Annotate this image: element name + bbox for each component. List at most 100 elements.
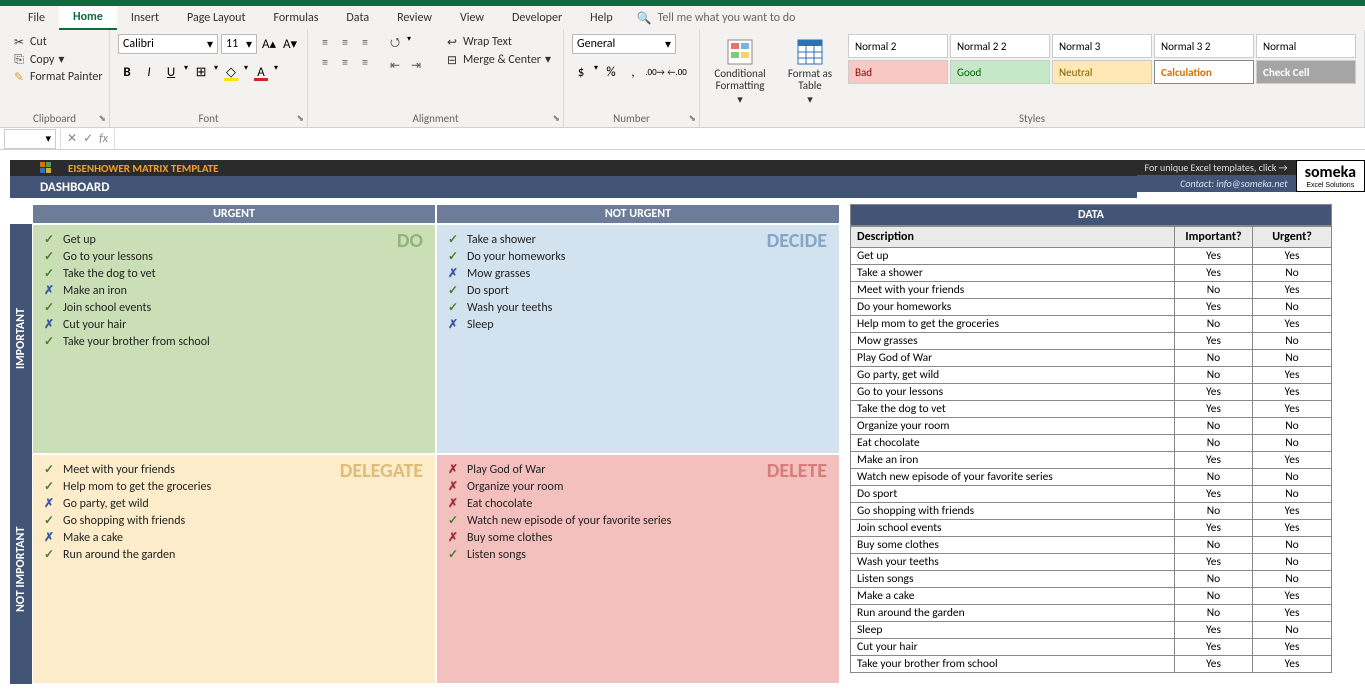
format-as-table-button[interactable]: Format as Table ▾	[778, 34, 842, 110]
task-item[interactable]: ✗Go party, get wild	[43, 495, 425, 512]
enter-formula-icon[interactable]: ✓	[83, 131, 93, 146]
table-row[interactable]: Mow grassesYesNo	[850, 333, 1332, 350]
tab-file[interactable]: File	[14, 7, 59, 29]
style-normal-2-2[interactable]: Normal 2 2	[950, 34, 1050, 58]
task-item[interactable]: ✗Buy some clothes	[447, 529, 829, 546]
table-row[interactable]: Go to your lessonsYesYes	[850, 384, 1332, 401]
style-neutral[interactable]: Neutral	[1052, 60, 1152, 84]
fx-icon[interactable]: fx	[99, 132, 108, 146]
style-normal-2[interactable]: Normal 2	[848, 34, 948, 58]
table-row[interactable]: Do your homeworksYesNo	[850, 299, 1332, 316]
table-row[interactable]: Play God of WarNoNo	[850, 350, 1332, 367]
task-item[interactable]: ✓Listen songs	[447, 546, 829, 563]
decrease-font-icon[interactable]: A▾	[281, 35, 299, 53]
format-painter-button[interactable]: ✎Format Painter	[8, 69, 107, 85]
table-row[interactable]: Listen songsNoNo	[850, 571, 1332, 588]
increase-font-icon[interactable]: A▴	[260, 35, 278, 53]
table-row[interactable]: SleepYesNo	[850, 622, 1332, 639]
task-item[interactable]: ✗Cut your hair	[43, 316, 425, 333]
table-row[interactable]: Make a cakeNoYes	[850, 588, 1332, 605]
tab-review[interactable]: Review	[383, 7, 446, 29]
cancel-formula-icon[interactable]: ✕	[67, 131, 77, 146]
orientation-icon[interactable]: ⭯	[386, 34, 404, 52]
align-right-icon[interactable]: ≡	[356, 54, 374, 72]
table-row[interactable]: Go shopping with friendsNoYes	[850, 503, 1332, 520]
underline-button[interactable]: U	[162, 63, 180, 81]
task-item[interactable]: ✗Make an iron	[43, 282, 425, 299]
style-good[interactable]: Good	[950, 60, 1050, 84]
table-row[interactable]: Run around the gardenNoYes	[850, 605, 1332, 622]
increase-decimal-icon[interactable]: .00→	[646, 63, 664, 81]
style-calculation[interactable]: Calculation	[1154, 60, 1254, 84]
bold-button[interactable]: B	[118, 63, 136, 81]
task-item[interactable]: ✓Take the dog to vet	[43, 265, 425, 282]
number-dialog-icon[interactable]: ⬊	[688, 113, 696, 124]
style-normal[interactable]: Normal	[1256, 34, 1356, 58]
merge-center-button[interactable]: ⊟Merge & Center ▾	[441, 51, 555, 68]
tab-insert[interactable]: Insert	[117, 7, 173, 29]
task-item[interactable]: ✗Sleep	[447, 316, 829, 333]
copy-button[interactable]: ⎘Copy ▾	[8, 51, 107, 68]
task-item[interactable]: ✓Go shopping with friends	[43, 512, 425, 529]
wrap-text-button[interactable]: ↩Wrap Text	[441, 34, 555, 50]
table-row[interactable]: Watch new episode of your favorite serie…	[850, 469, 1332, 486]
accounting-format-icon[interactable]: $	[572, 63, 590, 81]
tab-developer[interactable]: Developer	[498, 7, 576, 29]
number-format-dropdown[interactable]: General▾	[572, 34, 676, 54]
align-middle-icon[interactable]: ≡	[336, 34, 354, 52]
table-row[interactable]: Go party, get wildNoYes	[850, 367, 1332, 384]
task-item[interactable]: ✓Take your brother from school	[43, 333, 425, 350]
tab-page-layout[interactable]: Page Layout	[173, 7, 259, 29]
tab-data[interactable]: Data	[332, 7, 383, 29]
table-row[interactable]: Organize your roomNoNo	[850, 418, 1332, 435]
table-row[interactable]: Wash your teethsYesNo	[850, 554, 1332, 571]
alignment-dialog-icon[interactable]: ⬊	[552, 113, 560, 124]
task-item[interactable]: ✓Go to your lessons	[43, 248, 425, 265]
task-item[interactable]: ✓Get up	[43, 231, 425, 248]
decrease-decimal-icon[interactable]: ←.00	[668, 63, 686, 81]
table-row[interactable]: Meet with your friendsNoYes	[850, 282, 1332, 299]
align-top-icon[interactable]: ≡	[316, 34, 334, 52]
task-item[interactable]: ✗Make a cake	[43, 529, 425, 546]
task-item[interactable]: ✓Join school events	[43, 299, 425, 316]
borders-button[interactable]: ⊞	[192, 63, 210, 81]
align-left-icon[interactable]: ≡	[316, 54, 334, 72]
cut-button[interactable]: ✂Cut	[8, 34, 107, 50]
task-item[interactable]: ✓Do sport	[447, 282, 829, 299]
comma-format-icon[interactable]: ,	[624, 63, 642, 81]
conditional-formatting-button[interactable]: Conditional Formatting ▾	[708, 34, 772, 110]
font-color-button[interactable]: A	[252, 63, 270, 81]
table-row[interactable]: Cut your hairYesYes	[850, 639, 1332, 656]
promo-link[interactable]: For unique Excel templates, click →	[1137, 160, 1296, 175]
percent-format-icon[interactable]: %	[602, 63, 620, 81]
style-check-cell[interactable]: Check Cell	[1256, 60, 1356, 84]
table-row[interactable]: Do sportYesNo	[850, 486, 1332, 503]
style-normal-3[interactable]: Normal 3	[1052, 34, 1152, 58]
increase-indent-icon[interactable]: ⇥	[407, 56, 425, 74]
table-row[interactable]: Eat chocolateNoNo	[850, 435, 1332, 452]
task-item[interactable]: ✗Mow grasses	[447, 265, 829, 282]
tab-formulas[interactable]: Formulas	[259, 7, 332, 29]
style-normal-3-2[interactable]: Normal 3 2	[1154, 34, 1254, 58]
decrease-indent-icon[interactable]: ⇤	[386, 56, 404, 74]
font-dialog-icon[interactable]: ⬊	[296, 113, 304, 124]
table-row[interactable]: Get upYesYes	[850, 248, 1332, 265]
tab-help[interactable]: Help	[576, 7, 627, 29]
font-name-dropdown[interactable]: Calibri▾	[118, 34, 218, 54]
table-row[interactable]: Take your brother from schoolYesYes	[850, 656, 1332, 673]
table-row[interactable]: Make an ironYesYes	[850, 452, 1332, 469]
task-item[interactable]: ✗Eat chocolate	[447, 495, 829, 512]
cell-styles-gallery[interactable]: Normal 2Normal 2 2Normal 3Normal 3 2Norm…	[848, 34, 1356, 110]
tab-view[interactable]: View	[446, 7, 498, 29]
formula-input[interactable]	[115, 129, 1365, 149]
style-bad[interactable]: Bad	[848, 60, 948, 84]
table-row[interactable]: Help mom to get the groceriesNoYes	[850, 316, 1332, 333]
table-row[interactable]: Take a showerYesNo	[850, 265, 1332, 282]
worksheet-area[interactable]: EISENHOWER MATRIX TEMPLATE DASHBOARD For…	[0, 150, 1365, 700]
tab-home[interactable]: Home	[59, 6, 117, 30]
tell-me-search[interactable]: 🔍Tell me what you want to do	[637, 11, 796, 26]
clipboard-dialog-icon[interactable]: ⬊	[98, 113, 106, 124]
task-item[interactable]: ✓Wash your teeths	[447, 299, 829, 316]
table-row[interactable]: Buy some clothesNoNo	[850, 537, 1332, 554]
name-box[interactable]: ▾	[4, 129, 56, 149]
